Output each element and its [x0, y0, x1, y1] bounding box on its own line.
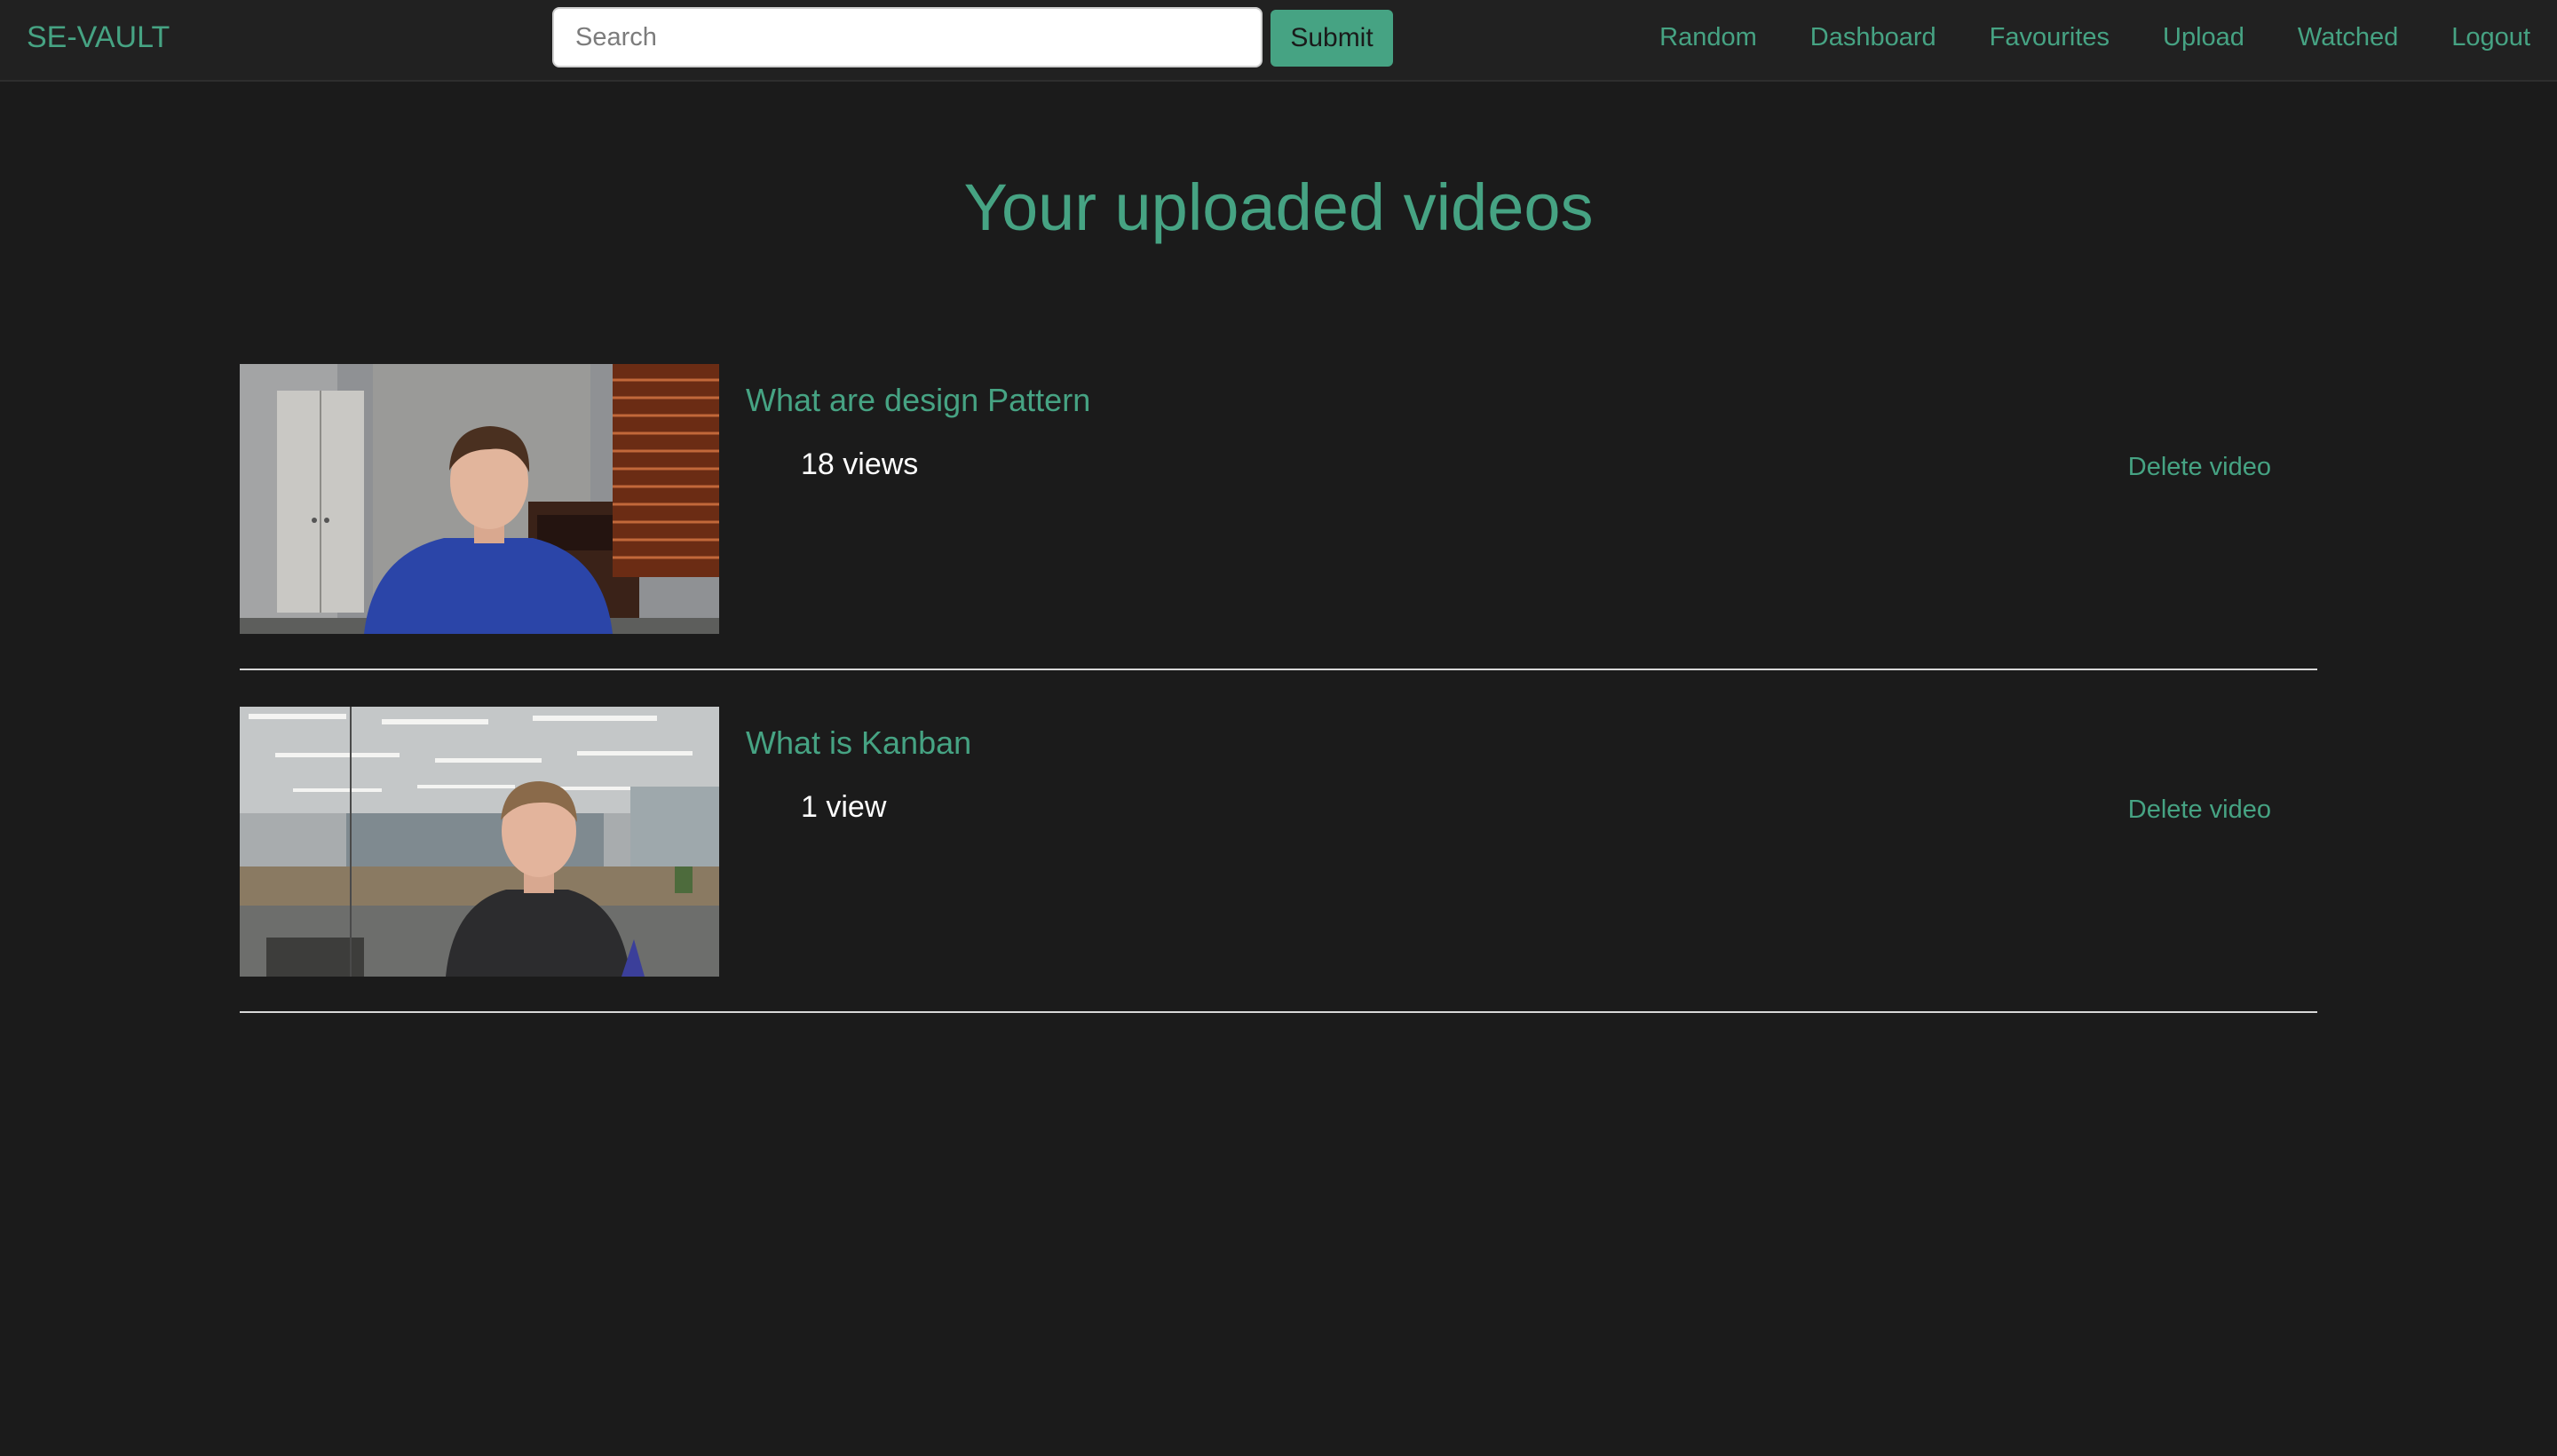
video-list-item: What are design Pattern 18 views Delete … [240, 364, 2317, 707]
delete-video-link[interactable]: Delete video [2128, 792, 2271, 827]
brand-logo-link[interactable]: SE-VAULT [27, 18, 170, 57]
top-navbar: SE-VAULT Submit Random Dashboard Favouri… [0, 0, 2557, 82]
video-list: What are design Pattern 18 views Delete … [240, 364, 2317, 1049]
page-title: Your uploaded videos [963, 170, 1594, 244]
video-list-item: What is Kanban 1 view Delete video [240, 707, 2317, 1049]
view-count: 1 view [801, 790, 887, 824]
video-thumbnail[interactable] [240, 707, 719, 977]
search-input[interactable] [552, 7, 1263, 67]
nav-link-upload[interactable]: Upload [2163, 20, 2244, 55]
view-count: 18 views [801, 447, 919, 481]
video-title-link[interactable]: What is Kanban [746, 723, 971, 764]
nav-links: Random Dashboard Favourites Upload Watch… [1659, 20, 2530, 55]
video-thumbnail-image [240, 364, 719, 634]
delete-video-link[interactable]: Delete video [2128, 449, 2271, 485]
nav-link-dashboard[interactable]: Dashboard [1810, 20, 1936, 55]
nav-link-favourites[interactable]: Favourites [1990, 20, 2110, 55]
search-submit-button[interactable]: Submit [1271, 10, 1393, 67]
divider [240, 669, 2317, 670]
video-thumbnail[interactable] [240, 364, 719, 634]
nav-link-logout[interactable]: Logout [2451, 20, 2530, 55]
nav-link-random[interactable]: Random [1659, 20, 1757, 55]
video-thumbnail-image [240, 707, 719, 977]
video-title-link[interactable]: What are design Pattern [746, 380, 1090, 421]
divider [240, 1011, 2317, 1013]
nav-link-watched[interactable]: Watched [2298, 20, 2398, 55]
